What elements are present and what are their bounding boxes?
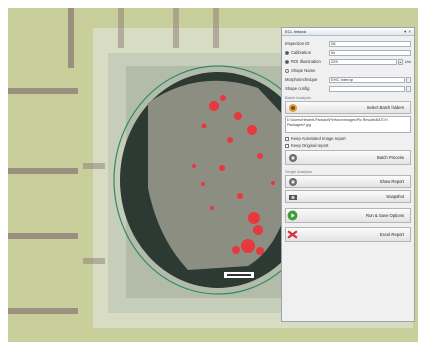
morpho-extra-button[interactable] [406,76,411,83]
play-icon [286,209,299,222]
batch-process-label: Batch Process [377,155,404,160]
calibration-select[interactable]: 5x [329,49,411,56]
gear-icon [286,151,299,164]
single-section-title: Single Analysis [285,169,312,174]
select-batch-folders-button[interactable]: Select Batch folders [285,101,411,114]
close-icon[interactable]: × [408,29,411,34]
gear-icon [286,175,299,188]
keep-annotated-checkbox[interactable] [285,136,289,141]
inspection-id-row: Inspection ID 28 [285,40,411,47]
run-save-options-label: Run & Save Options [366,213,404,218]
keep-annotated-row: Keep Annotated Image report [285,135,411,142]
snapshot-button[interactable]: Snapshot [285,190,411,203]
inspection-id-label: Inspection ID [285,41,310,46]
roi-stepper[interactable]: ▴ [397,58,403,65]
show-report-label: Show Report [379,179,404,184]
keep-original-label: Keep Original report [291,143,329,148]
excel-report-label: Excel Report [380,232,404,237]
shape-name-radio[interactable] [285,68,289,73]
report-icon [286,228,299,241]
keep-original-row: Keep Original report [285,142,411,149]
snapshot-label: Snapshot [386,194,404,199]
shape-config-label: Shape config [285,86,310,91]
shape-config-extra-button[interactable] [406,85,411,92]
morpho-select[interactable]: EHC Interop [329,76,405,83]
excel-report-button[interactable]: Excel Report [285,227,411,242]
camera-icon [286,190,299,203]
roi-row: ROI Illumination 225 ▴ Um [285,58,411,65]
keep-original-checkbox[interactable] [285,143,289,148]
calibration-label: Calibration [291,50,312,55]
keep-annotated-label: Keep Annotated Image report [291,136,346,141]
morpho-row: Morphotechnique EHC Interop [285,76,411,83]
panel-titlebar: ECL Ireland ▾ × [282,28,414,36]
dropdown-icon[interactable]: ▾ [404,29,406,35]
calibration-radio[interactable] [285,50,289,55]
shape-name-row: Shape Name [285,67,411,74]
panel-title: ECL Ireland [285,29,306,34]
roi-radio[interactable] [285,59,289,64]
run-save-options-button[interactable]: Run & Save Options [285,208,411,223]
calibration-row: Calibration 5x [285,49,411,56]
shape-name-label: Shape Name [291,68,316,73]
shape-config-select[interactable] [329,85,405,92]
batch-path-text[interactable]: D:\Users\Hewlett-Packard\Perforce\Images… [285,116,411,133]
roi-field[interactable]: 225 [329,58,397,65]
batch-section-title: Batch Analysis [285,95,312,100]
shape-config-row: Shape config [285,85,411,92]
batch-process-button[interactable]: Batch Process [285,150,411,165]
morpho-label: Morphotechnique [285,77,318,82]
inspection-id-field[interactable]: 28 [329,40,411,47]
analysis-panel: ECL Ireland ▾ × Inspection ID 28 Calibra… [281,27,415,322]
show-report-button[interactable]: Show Report [285,175,411,188]
roi-label: ROI Illumination [291,59,321,64]
select-batch-folders-label: Select Batch folders [366,105,404,110]
app-window: ECL Ireland ▾ × Inspection ID 28 Calibra… [0,0,427,349]
roi-unit: Um [404,59,411,64]
folder-icon [286,101,299,114]
